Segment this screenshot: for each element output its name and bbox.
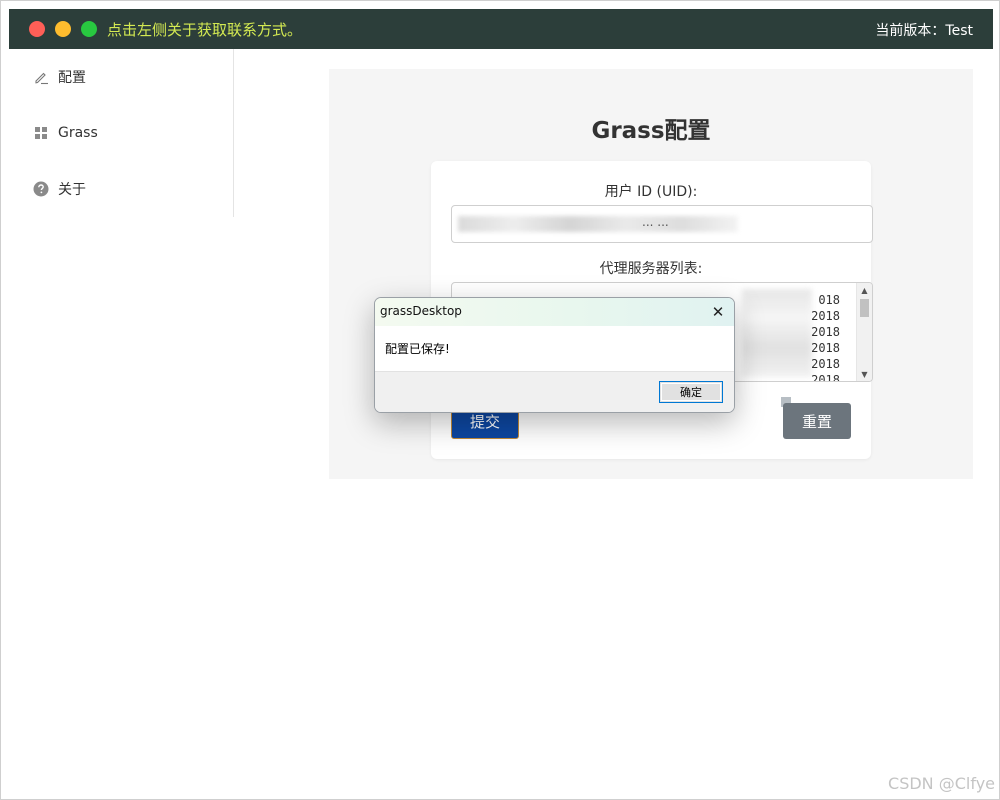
edit-icon xyxy=(33,69,49,85)
uid-input[interactable]: ... ... xyxy=(451,205,873,243)
proxy-line: 018 xyxy=(818,293,840,307)
message-dialog: grassDesktop ✕ 配置已保存! 确定 xyxy=(374,297,735,413)
dialog-titlebar: grassDesktop ✕ xyxy=(375,298,734,326)
sidebar-item-label: 关于 xyxy=(58,182,86,198)
redacted-proxies xyxy=(742,289,812,377)
dialog-title: grassDesktop xyxy=(380,304,462,318)
sidebar-item-config[interactable]: 配置 xyxy=(9,59,233,95)
window-close-button[interactable] xyxy=(29,21,45,37)
scroll-down-icon[interactable]: ▼ xyxy=(857,367,872,381)
grid-icon xyxy=(33,125,49,141)
page-title: Grass配置 xyxy=(591,118,711,144)
scroll-up-icon[interactable]: ▲ xyxy=(857,283,872,297)
proxy-line: 2018 xyxy=(811,309,840,323)
reset-button[interactable]: 重置 xyxy=(783,403,851,439)
dialog-ok-button[interactable]: 确定 xyxy=(659,381,723,403)
dialog-message: 配置已保存! xyxy=(385,342,450,356)
scroll-thumb[interactable] xyxy=(860,299,869,317)
proxy-line: 2018 xyxy=(811,357,840,371)
sidebar: 配置 Grass 关于 xyxy=(9,49,234,217)
sidebar-item-label: 配置 xyxy=(58,70,86,86)
window-maximize-button[interactable] xyxy=(81,21,97,37)
sidebar-item-label: Grass xyxy=(58,125,98,141)
sidebar-item-grass[interactable]: Grass xyxy=(9,115,233,151)
proxy-line: 2018 xyxy=(811,325,840,339)
dialog-close-icon[interactable]: ✕ xyxy=(706,300,730,324)
uid-value: ... ... xyxy=(642,215,669,229)
app-window: 点击左侧关于获取联系方式。 当前版本：Test 配置 Grass 关于 Gras… xyxy=(0,0,1000,800)
version-label: 当前版本：Test xyxy=(875,23,973,39)
proxy-list-label: 代理服务器列表: xyxy=(599,261,703,277)
config-panel: Grass配置 用户 ID (UID): ... ... 代理服务器列表: 01… xyxy=(329,69,973,479)
question-circle-icon xyxy=(33,181,49,197)
titlebar-message: 点击左侧关于获取联系方式。 xyxy=(107,21,303,39)
proxy-list-scrollbar[interactable]: ▲ ▼ xyxy=(856,283,872,381)
watermark: CSDN @Clfye xyxy=(888,774,995,793)
window-minimize-button[interactable] xyxy=(55,21,71,37)
window-titlebar: 点击左侧关于获取联系方式。 当前版本：Test xyxy=(9,9,993,49)
sidebar-item-about[interactable]: 关于 xyxy=(9,171,233,207)
dialog-footer: 确定 xyxy=(375,371,734,412)
redacted-uid xyxy=(458,216,738,232)
proxy-line: 2018 xyxy=(811,341,840,355)
uid-label: 用户 ID (UID): xyxy=(604,184,698,200)
proxy-line: 2018 xyxy=(811,373,840,382)
